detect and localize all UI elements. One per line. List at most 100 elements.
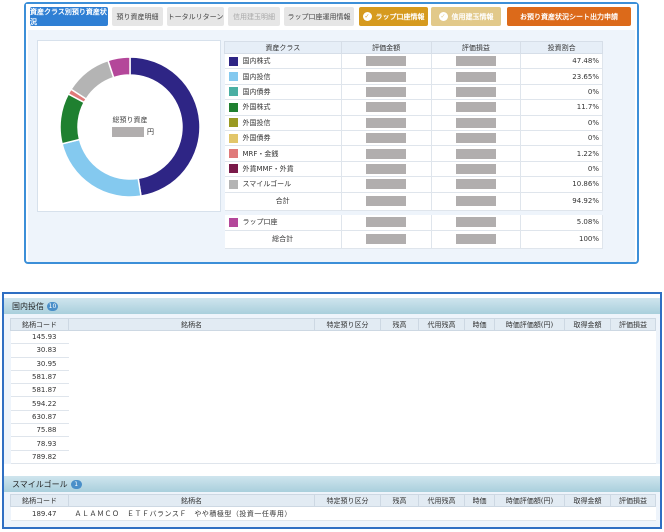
- table-row: 国内投信 23.65%: [224, 68, 603, 85]
- fund-code: 581.87: [10, 370, 69, 385]
- masked-value: [366, 234, 407, 245]
- color-swatch: [228, 133, 238, 143]
- fund-code: 630.87: [10, 410, 69, 425]
- table-row[interactable]: 145.93: [10, 330, 656, 464]
- check-icon: ✓: [362, 12, 372, 21]
- masked-values: [68, 330, 656, 464]
- asset-class-name: 国内債券: [242, 87, 271, 96]
- asset-class-cell: MRF・金銭: [224, 145, 342, 162]
- masked-values: [314, 506, 656, 521]
- yen-unit: 円: [147, 128, 154, 136]
- asset-class-name: スマイルゴール: [242, 180, 292, 189]
- masked-value: [455, 102, 496, 113]
- table-row: 総合計 100%: [224, 230, 603, 249]
- fund-code: 30.95: [10, 357, 69, 371]
- column-header[interactable]: 時価: [464, 494, 495, 507]
- column-header[interactable]: 時価: [464, 318, 495, 331]
- ratio-cell: 100%: [520, 230, 603, 249]
- column-header[interactable]: 残高: [380, 318, 419, 331]
- valuation-cell: [341, 99, 432, 116]
- valuation-cell: [341, 192, 432, 211]
- masked-value: [455, 196, 496, 207]
- asset-class-cell: 外国株式: [224, 99, 342, 116]
- column-header[interactable]: 取得金額: [564, 494, 611, 507]
- tab-bar: 資産クラス別預り資産状況 預り資産明細 トータルリターン 信用建玉明細 ラップ口…: [26, 4, 637, 28]
- valuation-cell: [341, 145, 432, 162]
- column-header[interactable]: 時価評価額(円): [494, 318, 565, 331]
- table-row: MRF・金銭 1.22%: [224, 145, 603, 162]
- masked-value: [366, 56, 407, 67]
- tab-asset-class-status[interactable]: 資産クラス別預り資産状況: [30, 7, 108, 26]
- table-row: スマイルゴール 10.86%: [224, 176, 603, 193]
- masked-value: [366, 196, 407, 207]
- asset-overview-panel: 資産クラス別預り資産状況 預り資産明細 トータルリターン 信用建玉明細 ラップ口…: [24, 2, 639, 264]
- masked-value: [455, 71, 496, 82]
- pnl-cell: [431, 192, 522, 211]
- section-header-domestic-funds: 国内投信 10: [4, 298, 660, 314]
- masked-value: [366, 163, 407, 174]
- masked-value: [366, 86, 407, 97]
- column-header[interactable]: 取得金額: [564, 318, 611, 331]
- header-pnl: 評価損益: [430, 41, 522, 54]
- tab-total-return[interactable]: トータルリターン: [167, 7, 224, 26]
- tab-holdings-detail[interactable]: 預り資産明細: [112, 7, 163, 26]
- margin-info-button[interactable]: ✓ 信用建玉情報: [431, 7, 501, 26]
- asset-class-name: ラップ口座: [242, 218, 278, 227]
- masked-value: [455, 117, 496, 128]
- header-asset-class: 資産クラス: [224, 41, 342, 54]
- color-swatch: [228, 102, 238, 112]
- pnl-cell: [431, 84, 522, 101]
- ratio-cell: 11.7%: [520, 99, 603, 116]
- column-header[interactable]: 評価損益: [610, 318, 656, 331]
- color-swatch: [228, 72, 238, 82]
- smile-goal-table: 銘柄コード 銘柄名 特定預り区分 残高 代用残高 時価 時価評価額(円) 取得金額 評価損益 1…: [10, 494, 656, 521]
- masked-value: [112, 127, 144, 137]
- masked-value: [366, 217, 407, 228]
- section-header-smile-goal: スマイルゴール 1: [4, 476, 660, 492]
- column-header[interactable]: 銘柄名: [68, 494, 315, 507]
- fund-code: 145.93: [10, 330, 69, 345]
- color-swatch: [228, 56, 238, 66]
- asset-class-cell: 外国投信: [224, 115, 342, 131]
- column-header[interactable]: 銘柄名: [68, 318, 315, 331]
- valuation-cell: [341, 130, 432, 147]
- column-header[interactable]: 代用残高: [418, 318, 465, 331]
- total-assets-label: 総預り資産: [112, 116, 148, 124]
- donut-slice[interactable]: [69, 59, 115, 101]
- valuation-cell: [341, 215, 432, 231]
- donut-card: 総預り資産 円: [37, 40, 221, 212]
- count-badge: 10: [47, 301, 58, 311]
- asset-class-table: 資産クラス 評価金額 評価損益 投資割合 国内株式 47.48% 国内投信 23.65…: [224, 41, 603, 249]
- fund-code: 75.88: [10, 423, 69, 438]
- table-row[interactable]: 189.47 ＡＬＡＭＣＯ ＥＴＦバランスＦ やや積極型（投資一任専用）: [10, 506, 656, 521]
- column-header[interactable]: 特定預り区分: [314, 318, 381, 331]
- column-header[interactable]: 銘柄コード: [10, 494, 69, 507]
- column-header[interactable]: 時価評価額(円): [494, 494, 565, 507]
- header-ratio: 投資割合: [520, 41, 603, 54]
- asset-class-cell: 外貨MMF・外貨: [224, 161, 342, 178]
- table-row: 外国債券 0%: [224, 130, 603, 147]
- ratio-cell: 0%: [520, 84, 603, 101]
- donut-slice[interactable]: [61, 138, 142, 198]
- column-header[interactable]: 特定預り区分: [314, 494, 381, 507]
- masked-value: [455, 56, 496, 67]
- ratio-cell: 0%: [520, 115, 603, 131]
- color-swatch: [228, 87, 238, 97]
- column-header[interactable]: 評価損益: [610, 494, 656, 507]
- statement-request-button[interactable]: お預り資産状況シート出力申請: [507, 7, 631, 26]
- column-header[interactable]: 残高: [380, 494, 419, 507]
- count-badge: 1: [70, 479, 82, 489]
- tab-margin-detail[interactable]: 信用建玉明細: [228, 7, 280, 26]
- ratio-cell: 10.86%: [520, 176, 603, 193]
- table-row: 国内株式 47.48%: [224, 53, 603, 70]
- pnl-cell: [431, 68, 522, 85]
- tab-wrap-operation-info[interactable]: ラップ口座運用情報: [284, 7, 354, 26]
- masked-value: [366, 179, 407, 190]
- column-header[interactable]: 銘柄コード: [10, 318, 69, 331]
- column-header[interactable]: 代用残高: [418, 494, 465, 507]
- asset-class-cell: 外国債券: [224, 130, 342, 147]
- wrap-account-info-button[interactable]: ✓ ラップ口座情報: [359, 7, 428, 26]
- header-valuation: 評価金額: [340, 41, 432, 54]
- table-row: 合計 94.92%: [224, 192, 603, 211]
- check-icon: ✓: [438, 12, 448, 21]
